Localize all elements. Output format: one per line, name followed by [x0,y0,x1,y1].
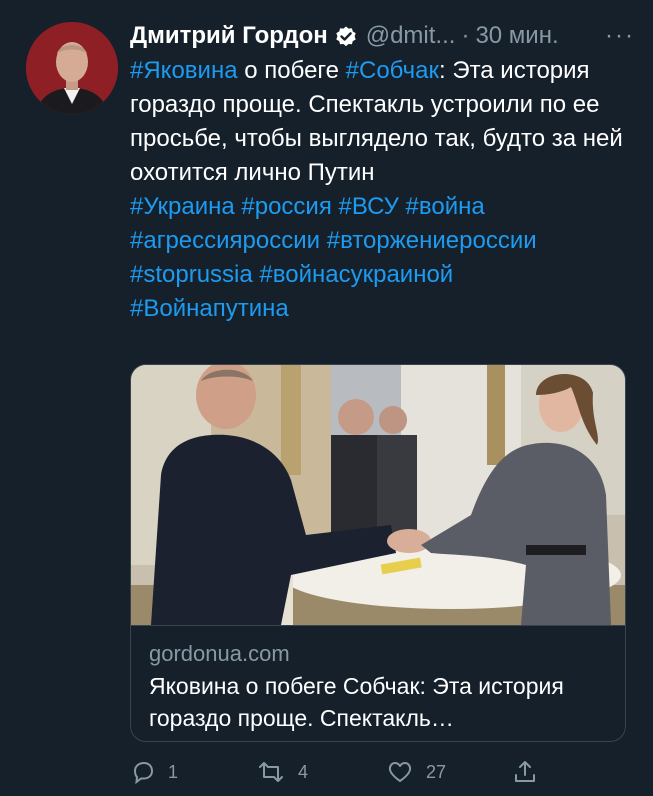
tweet-actions: 1 4 27 [130,752,550,792]
card-domain: gordonua.com [149,641,290,666]
more-options-icon[interactable]: ··· [605,18,635,54]
retweet-count: 4 [298,761,309,782]
card-title: Яковина о побеге Собчак: Эта история гор… [149,673,564,731]
author-handle[interactable]: @dmit... [366,18,456,54]
tweet-timestamp[interactable]: 30 мин. [475,18,558,54]
author-name[interactable]: Дмитрий Гордон [130,18,328,54]
link-preview-card[interactable]: gordonua.com Яковина о побеге Собчак: Эт… [130,364,626,742]
like-count: 27 [426,761,447,782]
card-body: gordonua.com Яковина о побеге Собчак: Эт… [131,625,625,741]
reply-icon [133,761,154,785]
hashtag[interactable]: #Яковина [130,57,238,84]
reply-count: 1 [168,761,179,782]
hashtag[interactable]: #война [406,193,485,220]
like-button[interactable]: 27 [386,752,446,792]
hashtag[interactable]: #вторжениероссии [327,227,537,254]
hashtag[interactable]: #войнасукраиной [259,261,453,288]
tweet-text: #Яковина о побеге #Собчак: Эта история г… [130,54,640,326]
separator-dot: · [461,22,470,49]
hashtag[interactable]: #Собчак [346,57,439,84]
hashtag[interactable]: #Войнапутина [130,295,289,322]
share-button[interactable] [512,752,550,792]
heart-icon [388,762,412,782]
retweet-button[interactable]: 4 [256,752,308,792]
avatar-image [26,22,118,114]
card-image [131,365,625,625]
tweet-text-part: о побеге [237,57,346,84]
hashtag[interactable]: #stoprussia [130,261,253,288]
avatar[interactable] [26,22,118,114]
share-icon [515,761,535,782]
tweet[interactable]: Дмитрий Гордон @dmit... · 30 мин. ··· #Я… [0,0,653,796]
tweet-header: Дмитрий Гордон @dmit... · 30 мин. ··· [130,18,635,54]
retweet-icon [259,762,283,782]
hashtag[interactable]: #агрессияроссии [130,227,320,254]
hashtag[interactable]: #россия [241,193,331,220]
verified-badge-icon [334,24,358,48]
hashtag[interactable]: #Украина [130,193,235,220]
hashtag[interactable]: #ВСУ [339,193,399,220]
reply-button[interactable]: 1 [130,752,178,792]
